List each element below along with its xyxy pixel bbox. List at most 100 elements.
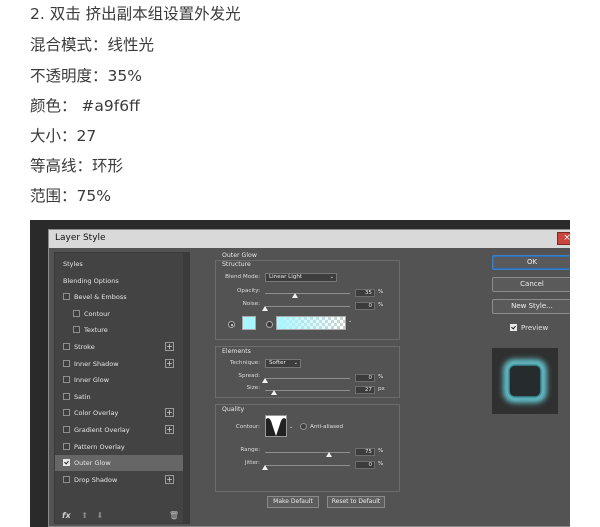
style-item-gradient-overlay[interactable]: Gradient Overlay + <box>55 422 184 438</box>
style-item-label: Blending Options <box>63 276 119 285</box>
quality-group: Quality Contour: ⌄ Anti-aliased Range: 7… <box>215 404 400 492</box>
glow-color-swatch[interactable] <box>242 316 256 330</box>
range-slider-track[interactable] <box>265 452 350 453</box>
size-slider-thumb[interactable] <box>271 390 278 395</box>
style-checkbox[interactable] <box>63 426 70 433</box>
range-unit: % <box>378 448 384 454</box>
blend-mode-note: 混合模式：线性光 <box>30 36 155 54</box>
trash-icon[interactable]: 🗑 <box>169 511 179 520</box>
add-effect-icon[interactable]: + <box>165 425 174 434</box>
add-effect-icon[interactable]: + <box>165 408 174 418</box>
noise-slider-thumb[interactable] <box>262 306 268 311</box>
blend-mode-dropdown[interactable]: Linear Light ⌄ <box>265 273 337 282</box>
blend-mode-value: Linear Light <box>269 274 303 280</box>
gradient-preview[interactable] <box>276 316 346 330</box>
style-item-satin[interactable]: Satin <box>55 389 184 405</box>
style-item-texture[interactable]: Texture <box>55 322 184 338</box>
style-checkbox[interactable] <box>63 459 70 467</box>
range-label: Range: <box>240 447 260 453</box>
style-item-outer-glow[interactable]: Outer Glow <box>55 455 184 472</box>
contour-label: Contour: <box>235 424 260 430</box>
move-down-icon[interactable]: ⬇ <box>96 511 103 520</box>
range-slider-thumb[interactable] <box>325 452 332 457</box>
style-item-drop-shadow[interactable]: Drop Shadow + <box>55 472 184 488</box>
anti-aliased-checkbox[interactable] <box>300 423 307 430</box>
style-item-label: Inner Glow <box>74 376 110 385</box>
spread-input[interactable]: 0 <box>355 374 375 382</box>
fx-icon[interactable]: fx <box>62 511 71 520</box>
style-checkbox[interactable] <box>63 475 70 483</box>
noise-unit: % <box>378 302 384 308</box>
opacity-value: 35 <box>364 290 372 296</box>
solid-color-radio[interactable] <box>228 321 235 328</box>
jitter-input[interactable]: 0 <box>355 461 375 469</box>
range-note: 范围：75% <box>30 187 111 205</box>
noise-input[interactable]: 0 <box>355 302 375 310</box>
technique-label: Technique: <box>229 360 260 366</box>
style-item-inner-glow[interactable]: Inner Glow <box>55 372 184 388</box>
noise-value: 0 <box>368 303 372 309</box>
style-item-styles[interactable]: Styles <box>55 256 184 272</box>
spread-slider-track[interactable] <box>265 378 350 379</box>
contour-preview[interactable] <box>265 415 287 437</box>
style-checkbox[interactable] <box>63 359 70 367</box>
size-slider-track[interactable] <box>265 390 350 391</box>
jitter-value: 0 <box>368 462 372 468</box>
blend-mode-label: Blend Mode: <box>225 274 260 280</box>
move-up-icon[interactable]: ⬆ <box>81 511 88 520</box>
spread-unit: % <box>378 374 384 380</box>
styles-scrollbar[interactable] <box>183 253 189 523</box>
cancel-button[interactable]: Cancel <box>492 277 570 292</box>
chevron-down-icon: ⌄ <box>329 274 334 280</box>
opacity-slider-track[interactable] <box>265 293 350 294</box>
noise-slider-track[interactable] <box>265 306 350 307</box>
range-input[interactable]: 75 <box>355 448 375 456</box>
style-item-pattern-overlay[interactable]: Pattern Overlay <box>55 439 184 455</box>
size-unit: px <box>378 386 385 392</box>
opacity-note: 不透明度：35% <box>30 67 142 85</box>
style-preview <box>492 348 558 414</box>
ok-button[interactable]: OK <box>492 255 570 270</box>
style-item-bevel-emboss[interactable]: Bevel & Emboss <box>55 289 184 305</box>
add-effect-icon[interactable]: + <box>165 342 174 351</box>
jitter-slider-track[interactable] <box>265 465 350 466</box>
style-checkbox[interactable] <box>63 376 70 384</box>
style-checkbox[interactable] <box>63 293 70 301</box>
opacity-slider-thumb[interactable] <box>291 293 298 298</box>
style-checkbox[interactable] <box>63 392 70 400</box>
style-checkbox[interactable] <box>73 326 80 334</box>
style-item-contour[interactable]: Contour <box>55 306 184 322</box>
style-checkbox[interactable] <box>73 309 80 317</box>
style-item-color-overlay[interactable]: Color Overlay + <box>55 405 184 421</box>
technique-dropdown[interactable]: Softer ⌄ <box>265 359 301 368</box>
outer-glow-title: Outer Glow <box>222 252 257 259</box>
new-style-button[interactable]: New Style... <box>492 299 570 314</box>
dialog-title: Layer Style <box>55 233 106 243</box>
jitter-label: Jitter: <box>244 460 260 466</box>
style-item-stroke[interactable]: Stroke + <box>55 339 184 355</box>
preview-checkbox[interactable] <box>510 324 517 331</box>
opacity-label: Opacity: <box>237 288 260 294</box>
spread-slider-thumb[interactable] <box>262 378 268 383</box>
style-checkbox[interactable] <box>63 409 70 417</box>
contour-chevron-icon[interactable]: ⌄ <box>289 424 293 430</box>
style-checkbox[interactable] <box>63 343 70 350</box>
style-item-inner-shadow[interactable]: Inner Shadow + <box>55 356 184 372</box>
make-default-button[interactable]: Make Default <box>267 496 319 508</box>
close-button[interactable]: × <box>557 232 570 245</box>
reset-to-default-button[interactable]: Reset to Default <box>327 496 385 508</box>
structure-title: Structure <box>222 261 251 268</box>
jitter-slider-thumb[interactable] <box>262 465 268 470</box>
style-item-blending-options[interactable]: Blending Options <box>55 273 184 289</box>
layer-style-dialog: Layer Style × Styles Blending Options Beve… <box>48 229 570 527</box>
gradient-chevron-icon[interactable]: ⌄ <box>348 318 352 324</box>
add-effect-icon[interactable]: + <box>165 358 174 368</box>
add-effect-icon[interactable]: + <box>165 474 174 484</box>
style-checkbox[interactable] <box>63 442 70 450</box>
gradient-radio[interactable] <box>266 321 273 328</box>
style-item-label: Stroke <box>74 343 95 351</box>
style-item-label: Pattern Overlay <box>74 442 125 451</box>
anti-aliased-label: Anti-aliased <box>310 424 344 430</box>
opacity-input[interactable]: 35 <box>355 289 375 297</box>
size-input[interactable]: 27 <box>355 386 375 394</box>
